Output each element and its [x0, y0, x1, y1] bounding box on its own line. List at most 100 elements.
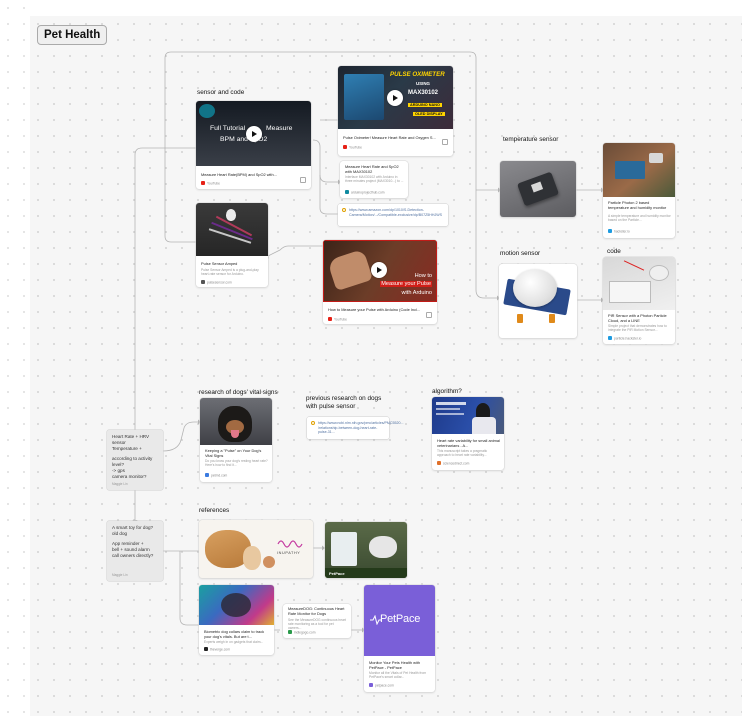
- bpm-spo2-video-card[interactable]: Full Tutorial Measure BPM and SpO2 Measu…: [196, 101, 311, 189]
- note-line: call owners directly?: [112, 552, 154, 558]
- card-source: petpace.com: [369, 683, 394, 688]
- site-icon: [608, 336, 612, 340]
- petpace-photo[interactable]: PetPace: [325, 522, 407, 578]
- small-dog-image: [243, 546, 261, 570]
- research-link-card[interactable]: https://www.ncbi.nlm.nih.gov/pmc/article…: [307, 417, 404, 439]
- article-image: [432, 397, 504, 434]
- card-source: indiegogo.com: [288, 630, 315, 635]
- thumb-line-1: How to: [414, 273, 432, 279]
- card-source: hackster.io: [608, 229, 630, 234]
- dog-pulse-card[interactable]: Keeping a "Pulse" on Your Dog's Vital Si…: [200, 398, 272, 482]
- component-image: [649, 153, 663, 163]
- section-label-references[interactable]: references: [199, 507, 229, 515]
- section-label-research-vitals[interactable]: research of dogs' vital signs: [199, 389, 278, 397]
- pir-dome-image: [513, 269, 557, 307]
- pir-sensor-card[interactable]: PIR Sensor with a Photon Particle Cloud,…: [603, 257, 675, 344]
- small-dog-image: [263, 556, 275, 568]
- comment-icon[interactable]: [300, 177, 306, 183]
- youtube-icon: [328, 317, 332, 321]
- link-icon: [342, 208, 346, 212]
- petpace-logo-text: PetPace: [380, 613, 421, 625]
- card-title: How to Measure your Pulse with Arduino (…: [328, 307, 421, 312]
- arduino-logo-icon: [199, 104, 215, 118]
- card-source: particle.hackster.io: [608, 336, 641, 341]
- card-description: Do you know your dog's resting heart rat…: [205, 459, 268, 468]
- play-button-icon[interactable]: [246, 126, 262, 142]
- card-source: YouTube: [201, 181, 220, 186]
- comment-icon[interactable]: [426, 312, 432, 318]
- headline-bar: [436, 408, 460, 410]
- sticky-note-sensors[interactable]: Heart Rate + HRV sensor Temperature + ac…: [107, 430, 163, 490]
- section-label-motion-sensor[interactable]: motion sensor: [500, 250, 540, 258]
- brand-name: INUPATHY: [277, 551, 301, 555]
- section-label-previous-research[interactable]: previous research on dogs with pulse sen…: [306, 395, 381, 410]
- source-text: petmd.com: [211, 473, 228, 478]
- source-text: YouTube: [334, 317, 347, 322]
- dog-photo: [200, 398, 272, 445]
- thumb-board: ARDUINO NANO: [408, 103, 442, 107]
- motion-sensor-image[interactable]: [499, 264, 577, 338]
- frame-title[interactable]: Pet Health: [37, 25, 108, 45]
- particle-photon-card[interactable]: Particle Photon 2 based temperature and …: [603, 143, 675, 238]
- card-title: Pulse Oximeter! Measure Heart Rate and O…: [343, 135, 436, 140]
- measuredog-card[interactable]: MeasureDOG: Continuous Heart Rate Monito…: [283, 604, 351, 638]
- card-title: Particle Photon 2 based temperature and …: [608, 200, 667, 210]
- section-label-temperature-sensor[interactable]: temperature sensor: [503, 136, 558, 144]
- card-description: Monitor all the Vitals of Pet Health fro…: [369, 671, 427, 680]
- site-icon: [205, 473, 209, 477]
- amazon-link-card[interactable]: https://www.amazon.com/dp/1010/S-Detecti…: [338, 204, 448, 226]
- thumb-using: USING: [416, 81, 430, 86]
- wrist-image: [326, 248, 374, 292]
- source-text: sciencedirect.com: [443, 461, 470, 466]
- thumb-display: OLED DISPLAY: [413, 112, 445, 116]
- potentiometer-image: [549, 314, 555, 323]
- site-icon: [369, 683, 373, 687]
- pulse-oximeter-video-card[interactable]: PULSE OXIMETER USING MAX30102 ARDUINO NA…: [338, 66, 453, 156]
- source-text: hackster.io: [614, 229, 630, 234]
- wire-image: [623, 260, 645, 271]
- petpace-logo-tile: PetPace: [364, 585, 435, 656]
- section-label-algorithm[interactable]: algorithm?: [432, 388, 462, 396]
- note-line: Heart Rate + HRV sensor: [112, 434, 150, 445]
- card-description: Pulse Sensor Amped is a plug-and-play he…: [201, 268, 259, 277]
- play-button-icon[interactable]: [387, 90, 403, 106]
- card-description: Interface MAX30102 with Arduino in three…: [345, 175, 404, 184]
- source-text: pulsesensor.com: [207, 280, 232, 285]
- source-text: petpace.com: [375, 683, 394, 688]
- note-owner: Maggie Lin: [112, 572, 128, 577]
- source-text: arduinoprojecthub.com: [351, 190, 385, 195]
- play-button-icon[interactable]: [371, 262, 387, 278]
- note-line: camera monitor?: [112, 473, 147, 479]
- biometric-collar-card[interactable]: Biometric dog collars claim to track you…: [199, 585, 274, 655]
- hrv-article-card[interactable]: Heart rate variability for small animal …: [432, 397, 504, 470]
- site-icon: [201, 280, 205, 284]
- video-thumbnail: Full Tutorial Measure BPM and SpO2: [196, 101, 311, 166]
- breadboard-image: [609, 281, 651, 303]
- project-image: [603, 257, 675, 310]
- source-text: particle.hackster.io: [614, 336, 642, 341]
- sensor-heart-image: [226, 209, 236, 221]
- card-title: PIR Sensor with a Photon Particle Cloud,…: [608, 313, 667, 323]
- section-label-code[interactable]: code: [607, 248, 621, 256]
- sticky-note-alarm[interactable]: A smart toy for dog? old dog App reminde…: [107, 521, 163, 581]
- card-title: MeasureDOG: Continuous Heart Rate Monito…: [288, 606, 345, 616]
- site-icon: [608, 229, 612, 233]
- card-description: A simple temperature and humidity monito…: [608, 214, 671, 223]
- temperature-sensor-image[interactable]: [500, 161, 576, 217]
- measure-pulse-video-card[interactable]: How to Measure your Pulse with Arduino H…: [323, 240, 437, 324]
- person-coat-image: [472, 417, 496, 434]
- video-thumbnail: How to Measure your Pulse with Arduino: [323, 240, 437, 302]
- card-source: YouTube: [343, 145, 362, 150]
- comment-icon[interactable]: [442, 139, 448, 145]
- card-source: YouTube: [328, 317, 347, 322]
- section-label-sensor-and-code[interactable]: sensor and code: [197, 89, 244, 97]
- inupathy-image[interactable]: INUPATHY: [199, 520, 313, 578]
- pulse-sensor-amped-card[interactable]: Pulse Sensor Amped Pulse Sensor Amped is…: [196, 203, 268, 287]
- site-icon: [204, 647, 208, 651]
- site-icon: [437, 461, 441, 465]
- thumb-headline: Full Tutorial: [210, 125, 246, 132]
- max30102-article-card[interactable]: Measure Heart Rate and SpO2 with MAX3010…: [340, 161, 408, 198]
- card-title: Measure Heart Rate(BPM) and SpO2 with...: [201, 172, 277, 177]
- petpace-card[interactable]: PetPace Monitor Your Pets Health with Pe…: [364, 585, 435, 692]
- sensor-board-image: [344, 74, 384, 120]
